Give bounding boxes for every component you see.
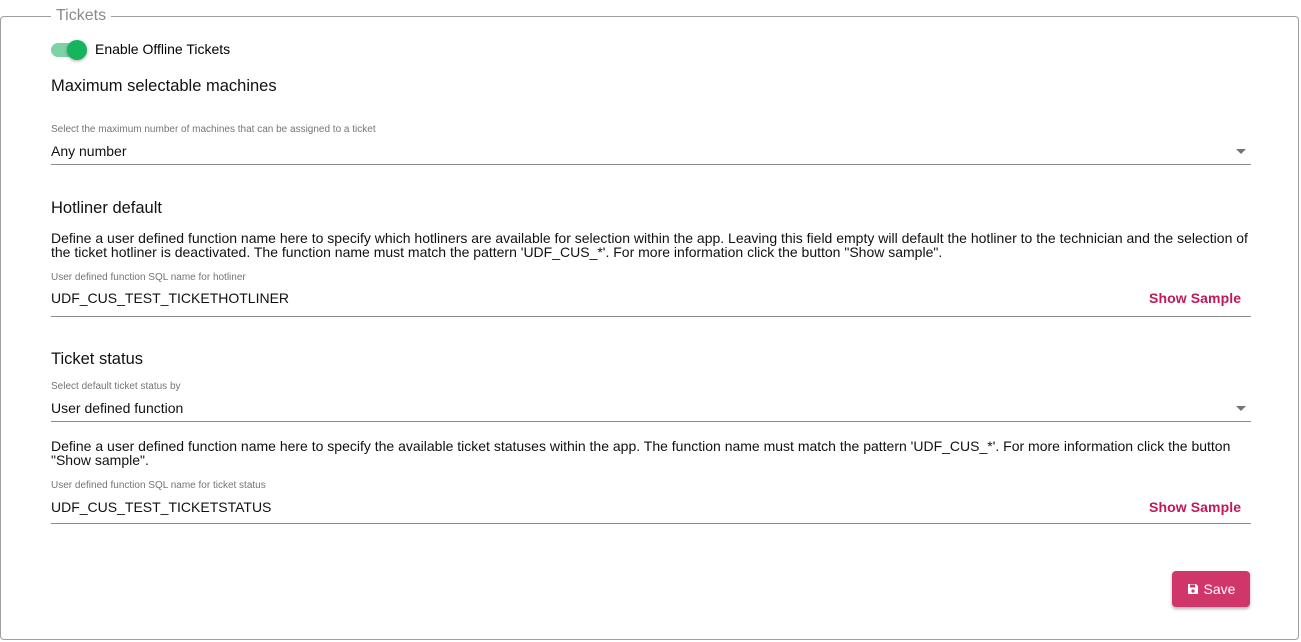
status-select-underline [51, 421, 1251, 422]
tickets-legend: Tickets [51, 6, 112, 26]
tickets-fieldset [0, 16, 1299, 640]
status-select-label: Select default ticket status by [51, 381, 181, 392]
machines-select-value: Any number [51, 143, 127, 159]
chevron-down-icon [1236, 149, 1246, 154]
machines-select[interactable]: Any number [51, 143, 1251, 163]
status-select-value: User defined function [51, 400, 184, 416]
status-select[interactable]: User defined function [51, 400, 1251, 420]
status-input[interactable]: UDF_CUS_TEST_TICKETSTATUS [51, 499, 1131, 519]
offline-tickets-label: Enable Offline Tickets [95, 41, 231, 57]
status-field-label: User defined function SQL name for ticke… [51, 480, 266, 491]
status-description: Define a user defined function name here… [51, 438, 1231, 468]
hotliner-input[interactable]: UDF_CUS_TEST_TICKETHOTLINER [51, 290, 1131, 310]
machines-select-label: Select the maximum number of machines th… [51, 124, 376, 135]
save-label: Save [1203, 581, 1236, 597]
machines-heading: Maximum selectable machines [51, 77, 277, 95]
hotliner-show-sample-button[interactable]: Show Sample [1149, 290, 1241, 306]
hotliner-heading: Hotliner default [51, 199, 162, 217]
status-heading: Ticket status [51, 350, 143, 368]
status-input-value: UDF_CUS_TEST_TICKETSTATUS [51, 499, 272, 515]
offline-tickets-toggle[interactable] [51, 40, 87, 60]
machines-select-underline [51, 164, 1251, 165]
status-show-sample-button[interactable]: Show Sample [1149, 499, 1241, 515]
toggle-thumb [67, 40, 87, 60]
hotliner-input-underline [51, 316, 1251, 317]
hotliner-description: Define a user defined function name here… [51, 230, 1248, 260]
hotliner-input-value: UDF_CUS_TEST_TICKETHOTLINER [51, 290, 290, 306]
floppy-disk-icon [1187, 584, 1198, 594]
chevron-down-icon [1236, 406, 1246, 411]
status-input-underline [51, 523, 1251, 524]
hotliner-field-label: User defined function SQL name for hotli… [51, 272, 246, 283]
save-button[interactable]: Save [1172, 571, 1250, 607]
